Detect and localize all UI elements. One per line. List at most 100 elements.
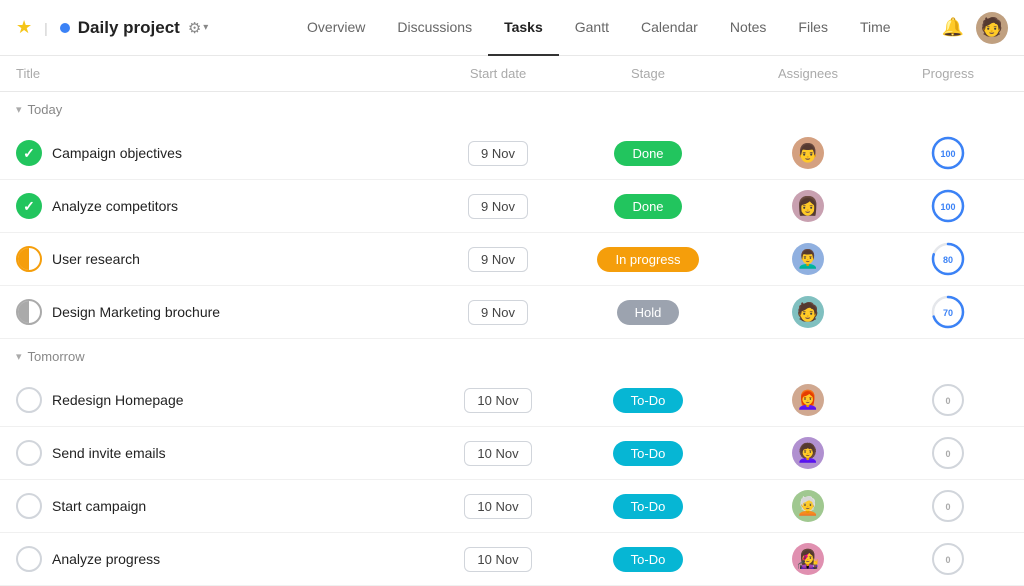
task-title: Campaign objectives [52, 145, 182, 161]
nav-tabs: Overview Discussions Tasks Gantt Calenda… [256, 0, 942, 56]
progress-cell: 0 [888, 435, 1008, 471]
date-cell: 9 Nov [428, 141, 568, 166]
task-title: Analyze competitors [52, 198, 178, 214]
task-title: Start campaign [52, 498, 146, 514]
progress-ring: 0 [930, 382, 966, 418]
progress-cell: 100 [888, 135, 1008, 171]
stage-cell: Done [568, 194, 728, 219]
assignee-avatar: 👩 [792, 190, 824, 222]
progress-cell: 0 [888, 541, 1008, 577]
stage-cell: Done [568, 141, 728, 166]
stage-cell: To-Do [568, 547, 728, 572]
date-badge: 9 Nov [468, 300, 528, 325]
table-row: Analyze progress 10 Nov To-Do 👩‍🎤 0 [0, 533, 1024, 586]
svg-text:100: 100 [940, 202, 955, 212]
user-avatar[interactable]: 🧑 [976, 12, 1008, 44]
progress-cell: 80 [888, 241, 1008, 277]
header-right: 🔔 🧑 [942, 12, 1008, 44]
star-icon[interactable]: ★ [16, 17, 32, 38]
table-row: Redesign Homepage 10 Nov To-Do 👩‍🦰 0 [0, 374, 1024, 427]
task-title-cell: Redesign Homepage [16, 387, 428, 413]
assignee-avatar: 🧑 [792, 296, 824, 328]
section-tomorrow-label: Tomorrow [28, 349, 85, 364]
status-empty-icon[interactable] [16, 440, 42, 466]
stage-cell: To-Do [568, 494, 728, 519]
task-title: User research [52, 251, 140, 267]
task-title-cell: Design Marketing brochure [16, 299, 428, 325]
date-cell: 9 Nov [428, 194, 568, 219]
tab-files[interactable]: Files [782, 0, 844, 56]
date-cell: 10 Nov [428, 388, 568, 413]
tab-discussions[interactable]: Discussions [381, 0, 488, 56]
col-stage: Stage [568, 66, 728, 81]
date-cell: 9 Nov [428, 300, 568, 325]
stage-cell: To-Do [568, 441, 728, 466]
assignee-cell: 🧑 [728, 296, 888, 328]
app-container: ★ | Daily project ⚙ ▾ Overview Discussio… [0, 0, 1024, 586]
settings-button[interactable]: ⚙ ▾ [188, 19, 208, 37]
task-title: Send invite emails [52, 445, 166, 461]
assignee-avatar: 👨‍🦱 [792, 243, 824, 275]
assignee-cell: 👨 [728, 137, 888, 169]
status-hold-icon[interactable] [16, 299, 42, 325]
date-cell: 10 Nov [428, 441, 568, 466]
bell-icon[interactable]: 🔔 [942, 17, 964, 38]
assignee-avatar: 👩‍🦱 [792, 437, 824, 469]
assignee-cell: 👩‍🦰 [728, 384, 888, 416]
assignee-cell: 👩‍🦱 [728, 437, 888, 469]
svg-text:0: 0 [945, 396, 950, 406]
date-badge: 10 Nov [464, 441, 531, 466]
task-title: Redesign Homepage [52, 392, 184, 408]
status-in-progress-icon[interactable] [16, 246, 42, 272]
tab-tasks[interactable]: Tasks [488, 0, 559, 56]
section-today[interactable]: ▾ Today [0, 92, 1024, 127]
tab-calendar[interactable]: Calendar [625, 0, 714, 56]
assignee-cell: 👩‍🎤 [728, 543, 888, 575]
col-progress: Progress [888, 66, 1008, 81]
tab-gantt[interactable]: Gantt [559, 0, 625, 56]
progress-ring: 70 [930, 294, 966, 330]
col-assignees: Assignees [728, 66, 888, 81]
svg-text:0: 0 [945, 502, 950, 512]
date-cell: 10 Nov [428, 547, 568, 572]
task-title-cell: Campaign objectives [16, 140, 428, 166]
table-row: Design Marketing brochure 9 Nov Hold 🧑 7… [0, 286, 1024, 339]
stage-badge: To-Do [613, 494, 684, 519]
stage-badge: To-Do [613, 388, 684, 413]
status-empty-icon[interactable] [16, 546, 42, 572]
tab-overview[interactable]: Overview [291, 0, 381, 56]
date-badge: 9 Nov [468, 247, 528, 272]
date-cell: 9 Nov [428, 247, 568, 272]
progress-ring: 0 [930, 488, 966, 524]
col-start-date: Start date [428, 66, 568, 81]
section-tomorrow[interactable]: ▾ Tomorrow [0, 339, 1024, 374]
assignee-avatar: 👩‍🎤 [792, 543, 824, 575]
svg-text:70: 70 [943, 308, 953, 318]
stage-badge: Done [614, 194, 681, 219]
status-done-icon[interactable] [16, 193, 42, 219]
stage-cell: In progress [568, 247, 728, 272]
chevron-down-icon: ▾ [203, 22, 208, 33]
tab-time[interactable]: Time [844, 0, 907, 56]
progress-ring: 100 [930, 188, 966, 224]
task-title-cell: User research [16, 246, 428, 272]
date-badge: 10 Nov [464, 547, 531, 572]
status-done-icon[interactable] [16, 140, 42, 166]
task-title-cell: Send invite emails [16, 440, 428, 466]
task-title-cell: Start campaign [16, 493, 428, 519]
status-empty-icon[interactable] [16, 493, 42, 519]
status-empty-icon[interactable] [16, 387, 42, 413]
header-left: ★ | Daily project ⚙ ▾ [16, 17, 256, 38]
date-badge: 10 Nov [464, 494, 531, 519]
assignee-avatar: 🧑‍🦳 [792, 490, 824, 522]
progress-ring: 0 [930, 435, 966, 471]
date-badge: 9 Nov [468, 194, 528, 219]
stage-badge: Done [614, 141, 681, 166]
assignee-cell: 👩 [728, 190, 888, 222]
tab-notes[interactable]: Notes [714, 0, 783, 56]
task-title-cell: Analyze competitors [16, 193, 428, 219]
progress-cell: 100 [888, 188, 1008, 224]
date-badge: 10 Nov [464, 388, 531, 413]
table-row: Campaign objectives 9 Nov Done 👨 100 [0, 127, 1024, 180]
stage-cell: To-Do [568, 388, 728, 413]
